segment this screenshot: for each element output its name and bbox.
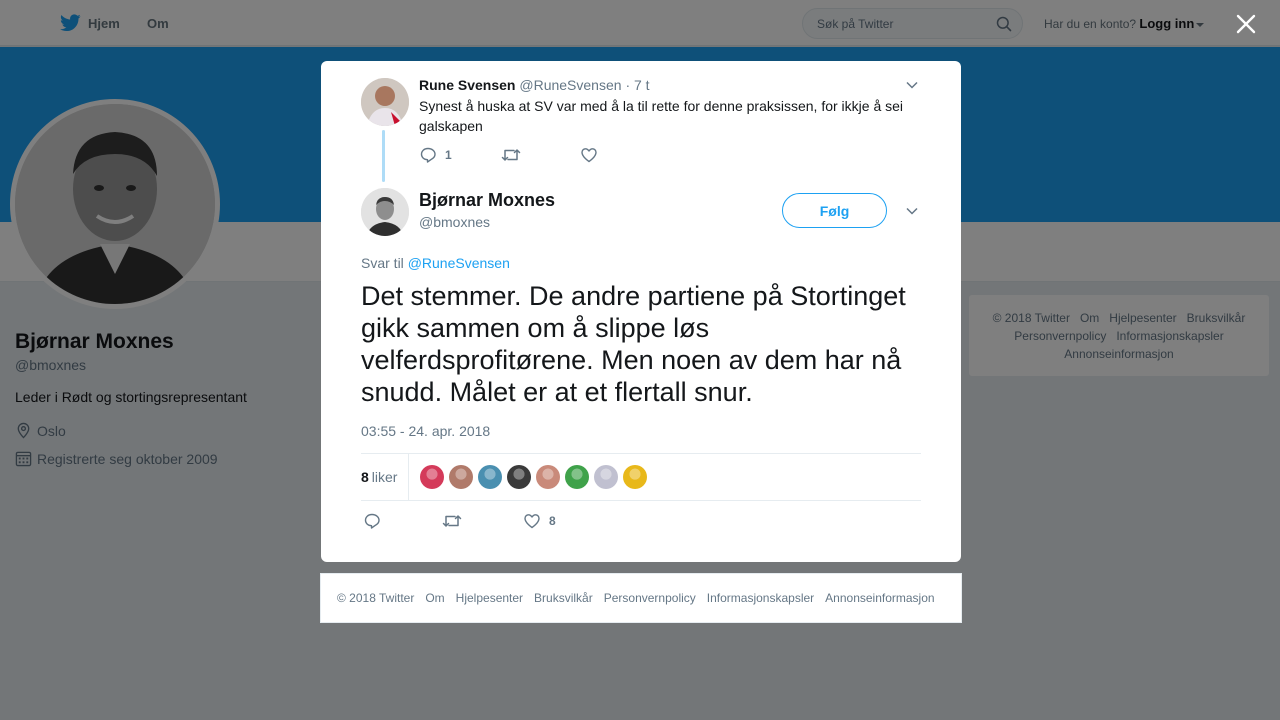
main-tweet-name[interactable]: Bjørnar Moxnes [419, 190, 555, 211]
like-button[interactable] [580, 146, 606, 164]
close-icon[interactable] [1234, 12, 1258, 36]
footer-link[interactable]: Informasjonskapsler [707, 591, 814, 605]
context-tweet-text: Synest å huska at SV var med å la til re… [419, 98, 904, 134]
heart-icon [524, 514, 540, 529]
chevron-down-icon[interactable] [905, 204, 919, 218]
retweet-icon [501, 149, 521, 161]
context-tweet-actions: 1 [419, 146, 639, 166]
tweet-stats: 8 liker [361, 453, 921, 501]
main-tweet-avatar[interactable] [361, 188, 409, 236]
footer-link[interactable]: Annonseinformasjon [825, 591, 934, 605]
likes-count[interactable]: 8 liker [361, 454, 409, 500]
reply-to-line: Svar til @RuneSvensen [361, 255, 510, 271]
context-tweet-name[interactable]: Rune Svensen [419, 77, 515, 93]
liker-avatar[interactable] [449, 465, 473, 489]
like-count: 8 [549, 514, 556, 528]
retweet-button[interactable] [501, 146, 529, 164]
footer-link[interactable]: Bruksvilkår [534, 591, 593, 605]
liker-avatar[interactable] [565, 465, 589, 489]
reply-icon [364, 513, 380, 529]
reply-button[interactable]: 1 [419, 146, 452, 164]
likes-label: liker [371, 469, 398, 485]
reply-button[interactable] [363, 512, 389, 530]
retweet-button[interactable] [442, 512, 470, 530]
reply-to-prefix: Svar til [361, 255, 404, 271]
main-tweet-actions: 8 [361, 512, 661, 532]
main-tweet-handle[interactable]: @bmoxnes [419, 214, 490, 230]
footer-link[interactable]: © 2018 Twitter [337, 591, 414, 605]
main-tweet-text: Det stemmer. De andre partiene på Storti… [361, 281, 906, 407]
chevron-down-icon[interactable] [905, 78, 919, 92]
liker-avatar[interactable] [420, 465, 444, 489]
main-tweet-timestamp[interactable]: 03:55 - 24. apr. 2018 [361, 423, 490, 439]
reply-icon [420, 147, 436, 163]
liker-avatar[interactable] [478, 465, 502, 489]
heart-icon [581, 148, 597, 163]
liker-avatar[interactable] [594, 465, 618, 489]
reply-count: 1 [445, 148, 452, 162]
person-photo-icon [361, 78, 409, 126]
context-tweet-time[interactable]: · 7 t [625, 77, 649, 93]
liker-avatar[interactable] [536, 465, 560, 489]
follow-button[interactable]: Følg [782, 193, 887, 228]
liker-avatar[interactable] [623, 465, 647, 489]
footer-link[interactable]: Om [425, 591, 444, 605]
footer-link[interactable]: Personvernpolicy [604, 591, 696, 605]
retweet-icon [442, 515, 462, 527]
likers-list [420, 465, 652, 489]
context-tweet-handle[interactable]: @RuneSvensen [519, 77, 621, 93]
liker-avatar[interactable] [507, 465, 531, 489]
context-tweet-header: Rune Svensen @RuneSvensen · 7 t [419, 77, 650, 93]
footer-link[interactable]: Hjelpesenter [456, 591, 523, 605]
tweet-modal: Rune Svensen @RuneSvensen · 7 t Synest å… [321, 61, 961, 562]
person-photo-icon [361, 188, 409, 236]
like-button[interactable]: 8 [523, 512, 556, 530]
modal-footer: © 2018 Twitter Om Hjelpesenter Bruksvilk… [320, 573, 962, 623]
thread-line [382, 130, 385, 182]
likes-number: 8 [361, 469, 369, 485]
reply-to-link[interactable]: @RuneSvensen [408, 255, 510, 271]
context-tweet-avatar[interactable] [361, 78, 409, 126]
